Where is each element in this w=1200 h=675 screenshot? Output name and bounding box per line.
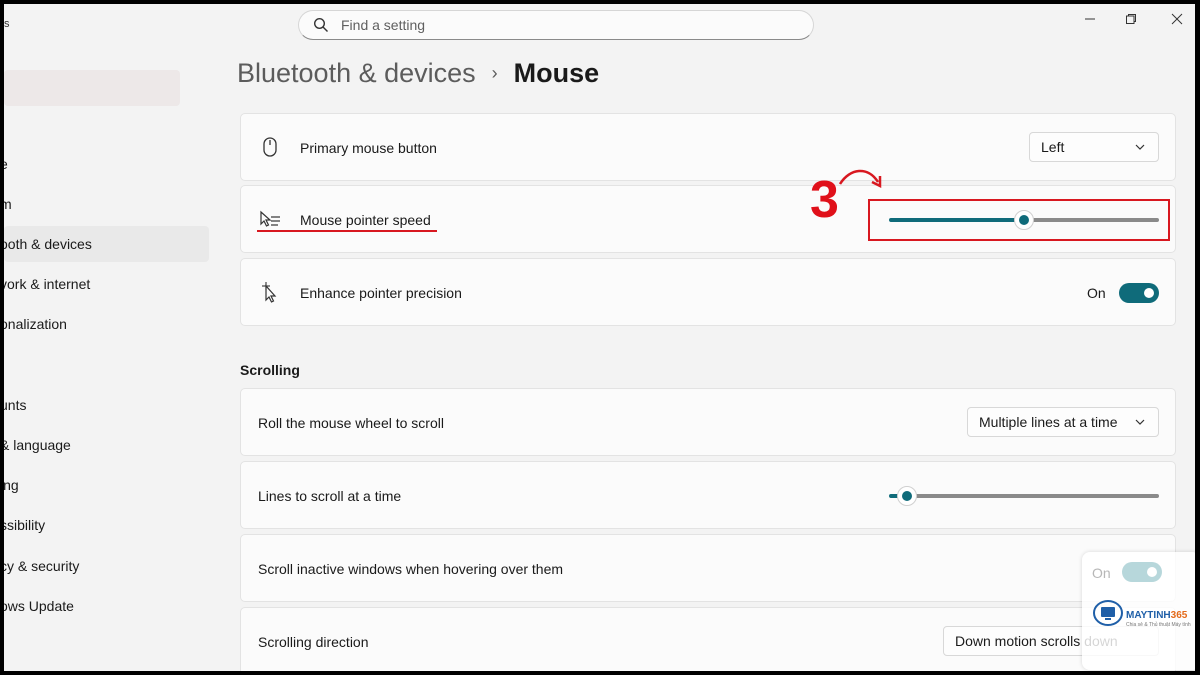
annotation-arrow-icon [838,169,882,189]
pointer-precision-icon [262,282,277,303]
close-button[interactable] [1154,4,1195,34]
pointer-speed-icon [260,210,280,227]
lines-to-scroll-row: Lines to scroll at a time [240,461,1176,529]
minimize-icon [1085,18,1095,20]
sidebar-item-apps[interactable] [4,346,209,382]
breadcrumb: Bluetooth & devices › Mouse [237,58,599,89]
sidebar-item-windows-update[interactable]: ows Update [4,588,209,624]
sidebar-item-label: m [4,196,12,212]
breadcrumb-parent-link[interactable]: Bluetooth & devices [237,58,476,89]
primary-mouse-button-label: Primary mouse button [300,140,437,156]
sidebar-item-label: onalization [4,316,67,332]
page-title: Mouse [513,58,600,88]
sidebar-item-label: & language [4,437,71,453]
search-box[interactable] [298,10,814,40]
restore-button[interactable] [1108,4,1154,34]
slider-track [907,494,1159,498]
watermark-brand: MAYTINH365 [1126,610,1187,621]
sidebar-item-gaming[interactable]: ing [4,467,209,503]
sidebar-item-label: ooth & devices [4,236,92,252]
mouse-wheel-scroll-label: Roll the mouse wheel to scroll [258,415,444,431]
enhance-pointer-precision-label: Enhance pointer precision [300,285,462,301]
close-icon [1171,13,1183,25]
sidebar-item-system[interactable]: m [4,186,209,222]
scroll-inactive-windows-label: Scroll inactive windows when hovering ov… [258,561,564,577]
chevron-down-icon [1135,144,1145,150]
sidebar-profile-area [4,70,180,106]
enhance-pointer-precision-row: Enhance pointer precision On [240,258,1176,326]
search-input[interactable] [339,16,783,34]
annotation-underline [257,230,437,232]
settings-window: s e m ooth & devices vork & internet ona… [4,4,1195,671]
sidebar-item-label: e [4,156,8,172]
slider-thumb[interactable] [897,486,917,506]
scrolling-direction-label: Scrolling direction [258,634,369,650]
restore-icon [1126,14,1136,24]
chevron-right-icon: › [491,63,498,83]
sidebar-item-bluetooth-devices[interactable]: ooth & devices [4,226,209,262]
primary-mouse-button-value: Left [1041,139,1065,155]
primary-mouse-button-dropdown[interactable]: Left [1029,132,1159,162]
scrolling-direction-row: Scrolling direction Down motion scrolls … [240,607,1176,671]
sidebar-item-accessibility[interactable]: ssibility [4,507,209,543]
primary-mouse-button-row: Primary mouse button Left [240,113,1176,181]
watermark-tagline: Chia sẻ & Thủ thuật Máy tính [1126,622,1191,628]
app-title-fragment: s [4,18,10,30]
mouse-icon [263,137,277,157]
sidebar-item-time-language[interactable]: & language [4,427,209,463]
minimize-button[interactable] [1067,4,1113,34]
watermark-overlay: On MAYTINH365 Chia sẻ & Thủ thuật Máy tí… [1082,552,1195,670]
sidebar-item-label: cy & security [4,558,80,574]
lines-to-scroll-slider[interactable] [889,486,1159,506]
annotation-step-number: 3 [810,171,839,229]
chevron-down-icon [1135,419,1145,425]
scrolling-section-title: Scrolling [240,362,300,378]
mouse-wheel-scroll-value: Multiple lines at a time [979,414,1118,430]
sidebar-item-label: vork & internet [4,276,91,292]
sidebar-item-accounts[interactable]: unts [4,387,209,423]
sidebar-item-label: unts [4,397,27,413]
sidebar-item-label: ows Update [4,598,74,614]
search-icon [313,17,328,32]
watermark-brand-b: 365 [1170,610,1188,621]
mouse-wheel-scroll-dropdown[interactable]: Multiple lines at a time [967,407,1159,437]
sidebar-item-label: ing [4,477,19,493]
sidebar-item-label: ssibility [4,517,46,533]
maytinh365-logo-icon [1093,600,1123,626]
sidebar-item-personalization[interactable]: onalization [4,306,209,342]
scroll-inactive-windows-row: Scroll inactive windows when hovering ov… [240,534,1176,602]
lines-to-scroll-label: Lines to scroll at a time [258,488,402,504]
sidebar-item-home[interactable]: e [4,146,209,182]
faded-toggle-label: On [1092,565,1111,581]
enhance-pointer-precision-toggle[interactable] [1119,283,1159,303]
sidebar-item-privacy-security[interactable]: cy & security [4,548,209,584]
sidebar-item-network-internet[interactable]: vork & internet [4,266,209,302]
annotation-highlight-box [868,199,1170,241]
scroll-inactive-windows-toggle[interactable] [1122,562,1162,582]
mouse-wheel-scroll-row: Roll the mouse wheel to scroll Multiple … [240,388,1176,456]
watermark-brand-a: MAYTINH [1126,610,1171,621]
toggle-state-label: On [1087,285,1106,301]
mouse-pointer-speed-label: Mouse pointer speed [300,212,431,228]
